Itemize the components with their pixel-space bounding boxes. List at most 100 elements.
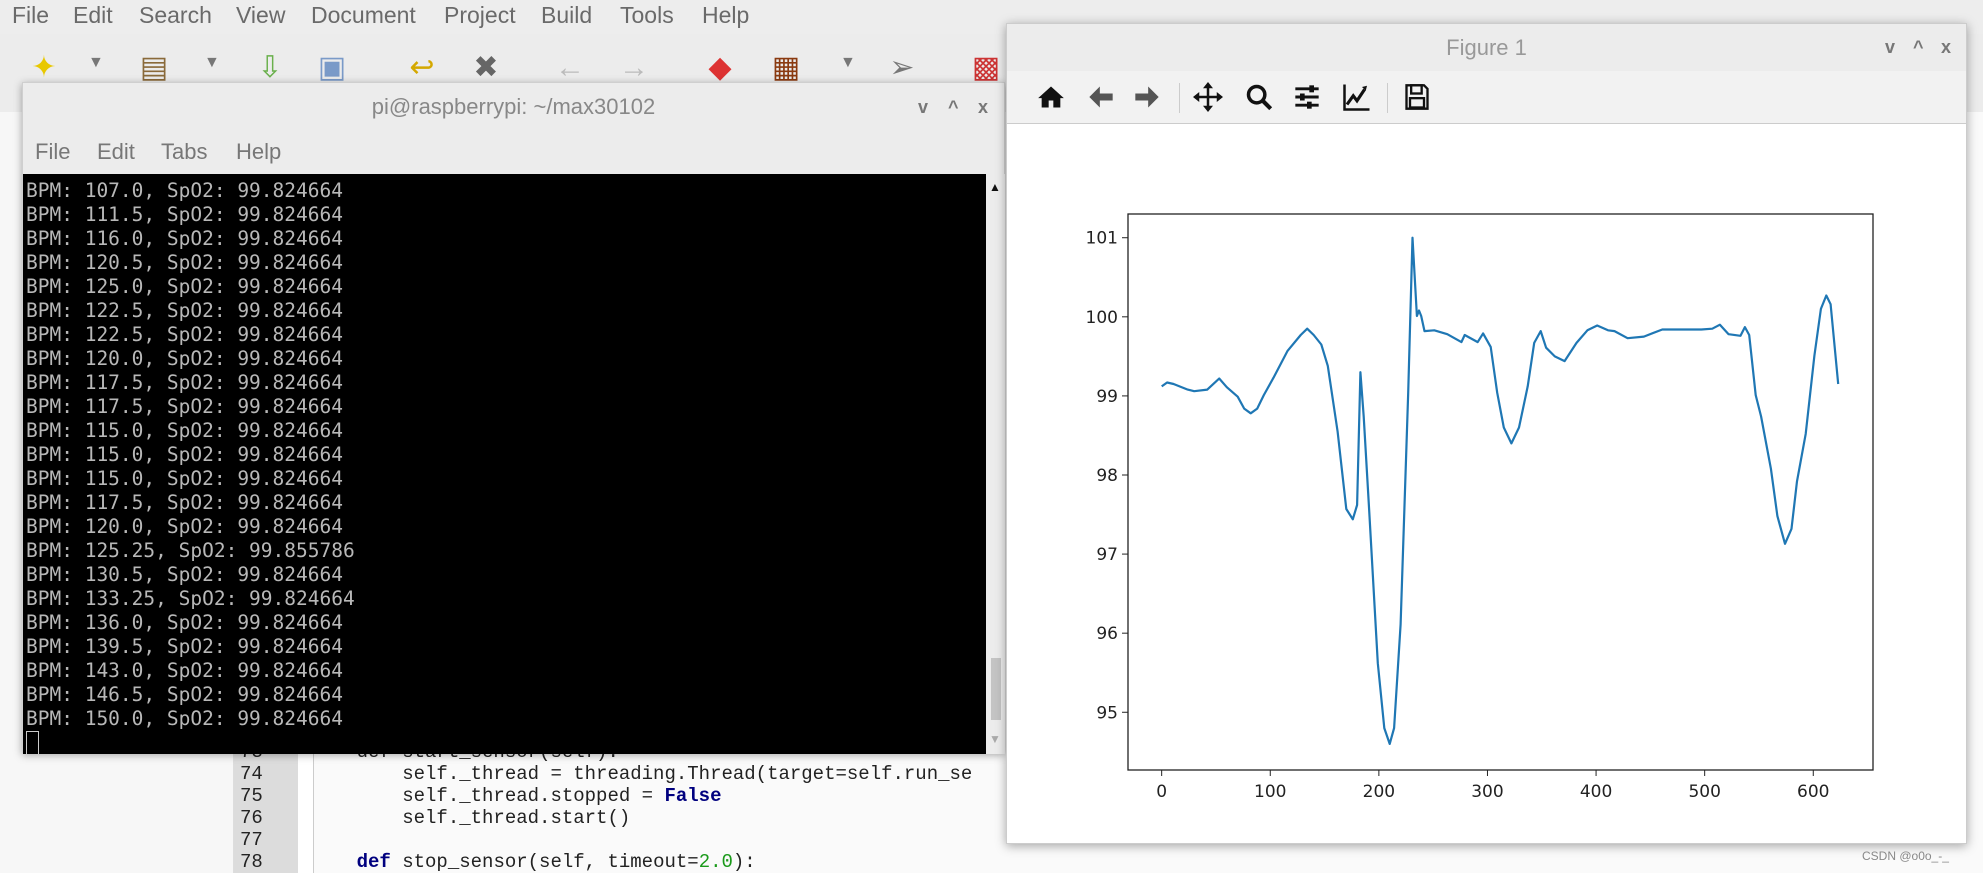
code-token: self._thread.start() — [311, 807, 631, 829]
line-number: 74 — [240, 763, 263, 785]
terminal-line: BPM: 117.5, SpO2: 99.824664 — [26, 491, 343, 514]
line-number: 75 — [240, 785, 263, 807]
terminal-line: BPM: 116.0, SpO2: 99.824664 — [26, 227, 343, 250]
subplots-icon[interactable] — [1289, 79, 1325, 115]
menu-file[interactable]: File — [35, 139, 70, 165]
figure-toolbar — [1007, 71, 1966, 124]
terminal-line: BPM: 115.0, SpO2: 99.824664 — [26, 419, 343, 442]
menu-tools[interactable]: Tools — [620, 2, 674, 29]
figure-title: Figure 1 — [1007, 24, 1966, 71]
terminal-line: BPM: 120.5, SpO2: 99.824664 — [26, 251, 343, 274]
y-tick-label: 98 — [1096, 466, 1118, 486]
terminal-line: BPM: 115.0, SpO2: 99.824664 — [26, 467, 343, 490]
pan-icon[interactable] — [1190, 79, 1226, 115]
line-number: 78 — [240, 851, 263, 873]
minimize-button[interactable]: v — [918, 83, 928, 131]
scrollbar-thumb[interactable] — [991, 658, 1001, 720]
menu-build[interactable]: Build — [541, 2, 592, 29]
open-dropdown-icon[interactable]: ▼ — [204, 54, 220, 72]
menu-help[interactable]: Help — [236, 139, 281, 165]
menu-edit[interactable]: Edit — [97, 139, 135, 165]
menu-edit[interactable]: Edit — [73, 2, 113, 29]
scroll-up-icon[interactable]: ▲ — [989, 180, 1001, 194]
code-token: stop_sensor(self, timeout= — [390, 851, 699, 873]
line-number: 76 — [240, 807, 263, 829]
y-tick-label: 100 — [1086, 308, 1118, 328]
scroll-down-icon[interactable]: ▼ — [989, 732, 1001, 746]
menu-tabs[interactable]: Tabs — [161, 139, 207, 165]
close-button[interactable]: x — [1941, 24, 1951, 71]
terminal-line: BPM: 143.0, SpO2: 99.824664 — [26, 659, 343, 682]
terminal-line: BPM: 117.5, SpO2: 99.824664 — [26, 395, 343, 418]
terminal-line: BPM: 115.0, SpO2: 99.824664 — [26, 443, 343, 466]
forward-arrow-icon[interactable] — [1129, 79, 1165, 115]
x-tick-label: 300 — [1471, 782, 1503, 802]
y-tick-label: 96 — [1096, 624, 1118, 644]
build-dropdown-icon[interactable]: ▼ — [840, 54, 856, 72]
terminal-line: BPM: 111.5, SpO2: 99.824664 — [26, 203, 343, 226]
menu-help[interactable]: Help — [702, 2, 749, 29]
terminal-title: pi@raspberrypi: ~/max30102 — [371, 94, 656, 119]
maximize-button[interactable]: ^ — [948, 83, 959, 131]
x-tick-label: 0 — [1156, 782, 1167, 802]
terminal-line: BPM: 136.0, SpO2: 99.824664 — [26, 611, 343, 634]
code-token: self._thread.stopped = — [311, 785, 665, 807]
minimize-button[interactable]: v — [1885, 24, 1895, 71]
close-button[interactable]: x — [978, 83, 988, 131]
terminal-cursor — [26, 731, 39, 754]
code-line[interactable]: def stop_sensor(self, timeout=2.0): — [311, 851, 756, 873]
terminal-line: BPM: 133.25, SpO2: 99.824664 — [26, 587, 355, 610]
plot-frame — [1127, 213, 1874, 771]
terminal-line: BPM: 150.0, SpO2: 99.824664 — [26, 707, 343, 730]
x-tick-label: 600 — [1797, 782, 1829, 802]
terminal-line: BPM: 146.5, SpO2: 99.824664 — [26, 683, 343, 706]
menu-search[interactable]: Search — [139, 2, 212, 29]
menu-document[interactable]: Document — [311, 2, 416, 29]
line-number: 77 — [240, 829, 263, 851]
toolbar-separator — [1179, 83, 1180, 113]
menu-file[interactable]: File — [12, 2, 49, 29]
terminal-scrollbar[interactable]: ▲ ▼ — [986, 174, 1005, 754]
terminal-window: pi@raspberrypi: ~/max30102 v ^ x File Ed… — [22, 82, 1005, 754]
menu-project[interactable]: Project — [444, 2, 516, 29]
terminal-line: BPM: 122.5, SpO2: 99.824664 — [26, 299, 343, 322]
code-token: False — [664, 785, 722, 807]
terminal-line: BPM: 120.0, SpO2: 99.824664 — [26, 515, 343, 538]
zoom-icon[interactable] — [1241, 79, 1277, 115]
y-tick-label: 101 — [1086, 229, 1118, 249]
code-token: ): — [732, 851, 756, 873]
x-tick-label: 200 — [1363, 782, 1395, 802]
watermark: CSDN @o0o_-_ — [1862, 849, 1949, 863]
terminal-output[interactable]: BPM: 107.0, SpO2: 99.824664 BPM: 111.5, S… — [23, 174, 986, 754]
terminal-line: BPM: 107.0, SpO2: 99.824664 — [26, 179, 343, 202]
line-chart[interactable]: 0 100 200 300 400 500 600 95 96 97 98 99 100 101 — [1007, 125, 1966, 843]
code-line[interactable]: self._thread.stopped = False — [311, 785, 721, 807]
maximize-button[interactable]: ^ — [1913, 24, 1924, 71]
toolbar-separator — [1387, 83, 1388, 113]
new-dropdown-icon[interactable]: ▼ — [88, 54, 104, 72]
terminal-line: BPM: 139.5, SpO2: 99.824664 — [26, 635, 343, 658]
x-tick-label: 500 — [1688, 782, 1720, 802]
terminal-line: BPM: 130.5, SpO2: 99.824664 — [26, 563, 343, 586]
code-line[interactable]: self._thread = threading.Thread(target=s… — [311, 763, 972, 785]
terminal-line: BPM: 120.0, SpO2: 99.824664 — [26, 347, 343, 370]
terminal-line: BPM: 125.25, SpO2: 99.855786 — [26, 539, 355, 562]
x-tick-label: 400 — [1580, 782, 1612, 802]
terminal-line: BPM: 117.5, SpO2: 99.824664 — [26, 371, 343, 394]
figure-window: Figure 1 v ^ x 0 100 200 300 400 500 600 95 96 97… — [1006, 23, 1967, 844]
back-arrow-icon[interactable] — [1083, 79, 1119, 115]
home-icon[interactable] — [1033, 79, 1069, 115]
code-token: 2.0 — [698, 851, 733, 873]
y-tick-label: 95 — [1096, 703, 1118, 723]
code-token: self._thread = threading.Thread(target=s… — [311, 763, 973, 785]
edit-axes-icon[interactable] — [1339, 79, 1375, 115]
y-tick-label: 99 — [1096, 387, 1118, 407]
x-tick-label: 100 — [1254, 782, 1286, 802]
terminal-line: BPM: 122.5, SpO2: 99.824664 — [26, 323, 343, 346]
terminal-menubar: File Edit Tabs Help — [23, 131, 1004, 173]
code-line[interactable]: self._thread.start() — [311, 807, 630, 829]
menu-view[interactable]: View — [236, 2, 285, 29]
save-icon[interactable] — [1399, 79, 1435, 115]
code-token: def — [356, 851, 391, 873]
data-series-line — [1161, 236, 1840, 746]
